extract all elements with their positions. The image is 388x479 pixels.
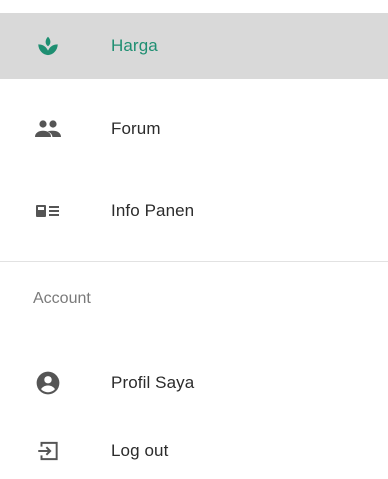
- nav-item-label: Info Panen: [111, 201, 195, 220]
- sprout-icon: [33, 31, 63, 61]
- account-section-title: Account: [33, 290, 91, 307]
- nav-item-forum[interactable]: Forum: [0, 96, 388, 162]
- news-icon: [33, 196, 63, 226]
- section-divider: [0, 261, 388, 262]
- nav-item-log-out[interactable]: Log out: [0, 418, 388, 479]
- logout-icon: [33, 436, 63, 466]
- nav-item-label: Profil Saya: [111, 373, 195, 392]
- nav-item-info-panen[interactable]: Info Panen: [0, 178, 388, 244]
- nav-item-label: Harga: [111, 36, 158, 55]
- navigation-drawer: Harga Forum Info Panen Account Profil Sa…: [0, 0, 388, 479]
- nav-item-harga[interactable]: Harga: [0, 13, 388, 79]
- nav-item-label: Log out: [111, 441, 169, 460]
- nav-item-label: Forum: [111, 119, 161, 138]
- nav-item-profil-saya[interactable]: Profil Saya: [0, 350, 388, 416]
- account-circle-icon: [33, 368, 63, 398]
- people-icon: [33, 114, 63, 144]
